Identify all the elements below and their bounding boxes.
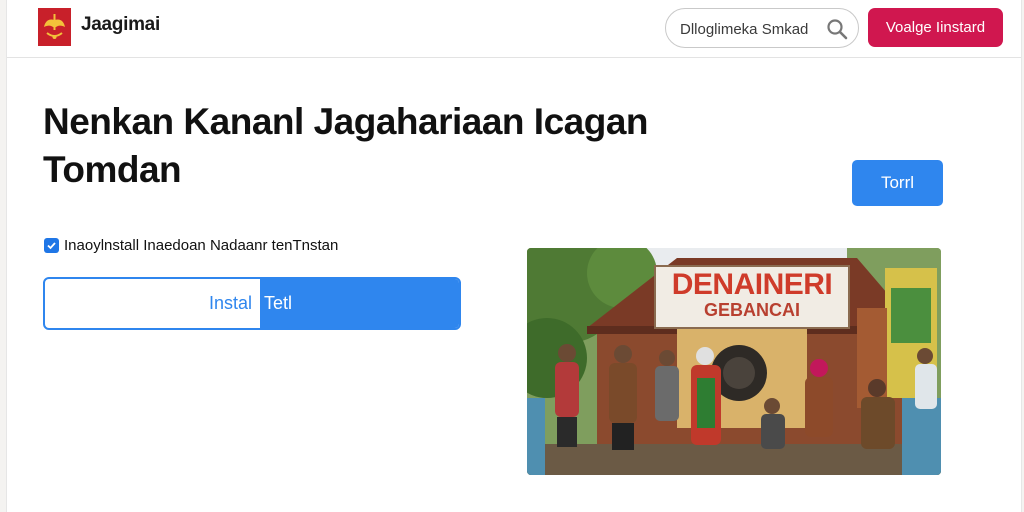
install-field-label[interactable]: Instal: [45, 279, 260, 328]
community-photo: DENAINERI GEBANCAI: [527, 248, 941, 475]
checkbox[interactable]: [44, 237, 59, 253]
page: Jaagimai Voalge Iinstard Nenkan Kananl J…: [6, 0, 1022, 512]
logo-emblem-icon[interactable]: [38, 8, 71, 46]
primary-action-button[interactable]: Torrl: [852, 160, 943, 206]
sign-subtitle: GEBANCAI: [703, 300, 800, 320]
check-icon: [47, 241, 56, 249]
install-field-button[interactable]: Tetl: [260, 279, 459, 328]
search-input[interactable]: [680, 18, 820, 40]
search-icon[interactable]: [826, 18, 848, 40]
page-title: Nenkan Kananl Jagahariaan Icagan Tomdan: [43, 101, 649, 190]
checkbox-label: Inaoylnstall Inaedoan Nadaanr tenTnstan: [64, 236, 339, 254]
brand-name[interactable]: Jaagimai: [81, 14, 160, 36]
header: Jaagimai Voalge Iinstard: [7, 0, 1021, 58]
install-field-group[interactable]: Instal Tetl: [43, 277, 461, 330]
search-box[interactable]: [665, 8, 859, 48]
checkbox-row[interactable]: Inaoylnstall Inaedoan Nadaanr tenTnstan: [44, 236, 338, 254]
install-button[interactable]: Voalge Iinstard: [868, 8, 1003, 47]
sign-title: DENAINERI: [671, 268, 833, 301]
